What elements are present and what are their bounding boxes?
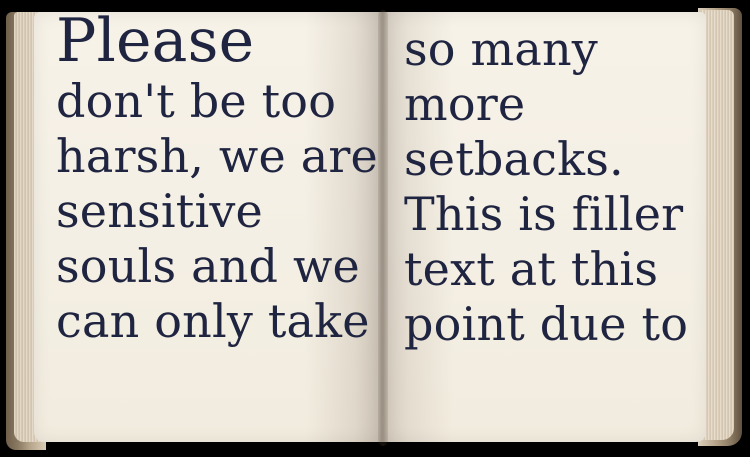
right-page-line: setbacks. <box>404 132 624 186</box>
left-page-line: harsh, we are <box>56 129 378 183</box>
right-page-line: This is filler <box>404 187 684 241</box>
left-page-text: Please don't be too harsh, we are sensit… <box>56 8 378 349</box>
open-book: Please don't be too harsh, we are sensit… <box>0 0 750 457</box>
right-page-line: text at this <box>404 242 659 296</box>
left-page-line: souls and we <box>56 239 360 293</box>
right-page-line: point due to <box>404 297 689 351</box>
left-page-line: sensitive <box>56 184 263 238</box>
left-page-line: can only take <box>56 294 370 348</box>
left-page-line: Please <box>56 6 255 76</box>
right-page-line: more <box>404 77 526 131</box>
left-page-line: don't be too <box>56 74 337 128</box>
right-page-line: so many <box>404 22 598 76</box>
right-page-text: so many more setbacks. This is filler te… <box>404 22 688 352</box>
book-gutter <box>378 10 388 446</box>
page-stack-right <box>702 10 734 440</box>
